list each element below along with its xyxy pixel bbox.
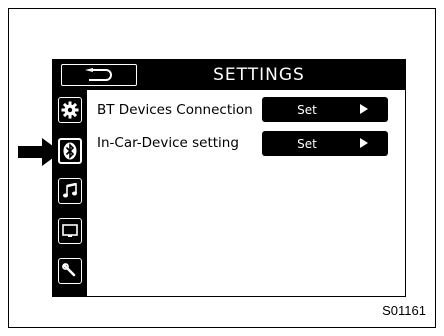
wrench-icon <box>62 263 76 277</box>
sidebar <box>53 90 87 296</box>
bluetooth-icon <box>63 142 77 160</box>
display-icon <box>62 224 78 237</box>
sidebar-item-bluetooth[interactable] <box>58 138 82 164</box>
gear-icon <box>61 101 79 119</box>
in-car-device-set-button[interactable]: Set <box>262 131 388 156</box>
play-arrow-icon <box>360 104 368 114</box>
row-label-in-car-device: In-Car-Device setting <box>97 135 239 151</box>
sidebar-item-settings[interactable] <box>58 97 82 123</box>
sidebar-item-tools[interactable] <box>58 258 82 284</box>
sidebar-item-display[interactable] <box>58 218 82 244</box>
music-note-icon <box>63 183 77 198</box>
settings-screen: SETTINGS BT Devices Connection Set In-Ca… <box>52 59 406 297</box>
back-arrow-icon <box>85 68 112 81</box>
figure-id-label: S01161 <box>382 303 426 318</box>
set-button-label: Set <box>297 136 317 151</box>
header-bar: SETTINGS <box>53 60 405 90</box>
row-label-bt-devices: BT Devices Connection <box>97 102 253 118</box>
bt-devices-set-button[interactable]: Set <box>262 97 388 122</box>
page-title: SETTINGS <box>213 65 305 85</box>
play-arrow-icon <box>360 138 368 148</box>
set-button-label: Set <box>297 102 317 117</box>
sidebar-item-audio[interactable] <box>58 178 82 204</box>
